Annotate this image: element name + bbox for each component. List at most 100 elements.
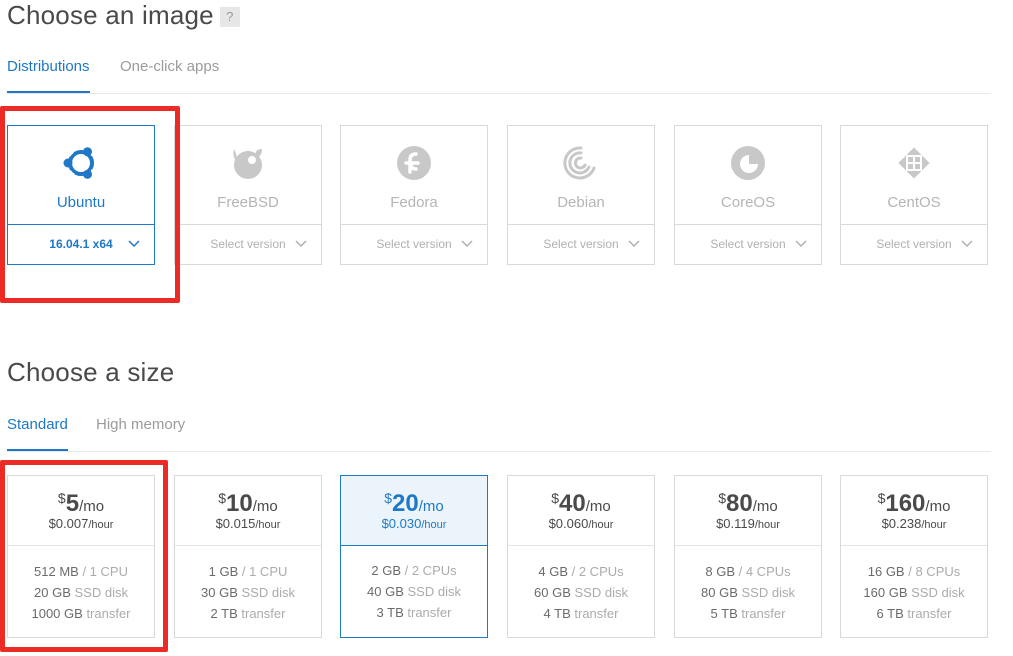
tab-distributions[interactable]: Distributions bbox=[7, 57, 90, 93]
distro-card-coreos[interactable]: CoreOS Select version bbox=[674, 125, 822, 265]
disk-value: 30 GB bbox=[201, 585, 238, 600]
size-card-40[interactable]: $40/mo $0.060/hour 4 GB / 2 CPUs 60 GB S… bbox=[507, 475, 655, 638]
monthly-price: 160 bbox=[885, 490, 926, 517]
dollar-sign: $ bbox=[718, 490, 727, 506]
help-icon[interactable]: ? bbox=[219, 7, 240, 28]
per-hour-label: /hour bbox=[921, 519, 947, 531]
disk-label: SSD disk bbox=[911, 585, 965, 600]
monthly-price: 40 bbox=[559, 490, 586, 517]
price-block: $10/mo $0.015/hour bbox=[175, 476, 321, 545]
chevron-down-icon bbox=[628, 225, 640, 278]
chevron-down-icon bbox=[461, 225, 473, 278]
dollar-sign: $ bbox=[551, 490, 560, 506]
transfer-value: 3 TB bbox=[376, 605, 404, 620]
size-card-20[interactable]: $20/mo $0.030/hour 2 GB / 2 CPUs 40 GB S… bbox=[340, 475, 488, 638]
distro-card-fedora[interactable]: Fedora Select version bbox=[340, 125, 488, 265]
transfer-value: 5 TB bbox=[710, 606, 738, 621]
specs-block: 8 GB / 4 CPUs 80 GB SSD disk 5 TB transf… bbox=[675, 545, 821, 637]
version-select-centos[interactable]: Select version bbox=[841, 224, 987, 265]
fedora-icon bbox=[341, 143, 487, 181]
version-value-freebsd: Select version bbox=[210, 237, 286, 251]
disk-value: 80 GB bbox=[701, 585, 738, 600]
cpu-value: / 1 CPU bbox=[241, 564, 288, 579]
price-block: $20/mo $0.030/hour bbox=[341, 476, 487, 546]
price-block: $40/mo $0.060/hour bbox=[508, 476, 654, 545]
ram-value: 1 GB bbox=[208, 564, 239, 579]
per-hour-label: /hour bbox=[255, 519, 281, 531]
transfer-value: 2 TB bbox=[210, 606, 238, 621]
ram-value: 4 GB bbox=[538, 564, 568, 579]
image-section-heading: Choose an image bbox=[7, 0, 214, 30]
distro-name-centos: CentOS bbox=[887, 194, 941, 211]
version-select-freebsd[interactable]: Select version bbox=[175, 224, 321, 265]
per-month-label: /mo bbox=[418, 498, 444, 515]
ram-value: 8 GB bbox=[705, 564, 735, 579]
hourly-price: $0.015 bbox=[215, 516, 256, 531]
per-hour-label: /hour bbox=[588, 519, 614, 531]
tab-one-click-apps[interactable]: One-click apps bbox=[120, 57, 219, 91]
per-month-label: /mo bbox=[252, 498, 278, 515]
hourly-price: $0.060 bbox=[548, 516, 589, 531]
cpu-value: / 2 CPUs bbox=[404, 563, 457, 578]
size-tabs: Standard High memory bbox=[7, 415, 991, 452]
disk-label: SSD disk bbox=[407, 584, 461, 599]
transfer-label: transfer bbox=[741, 606, 786, 621]
coreos-icon bbox=[675, 143, 821, 181]
hourly-price: $0.238 bbox=[881, 516, 922, 531]
disk-label: SSD disk bbox=[241, 585, 295, 600]
dollar-sign: $ bbox=[218, 490, 227, 506]
monthly-price: 20 bbox=[392, 490, 419, 517]
size-card-80[interactable]: $80/mo $0.119/hour 8 GB / 4 CPUs 80 GB S… bbox=[674, 475, 822, 638]
tab-high-memory[interactable]: High memory bbox=[96, 415, 185, 449]
transfer-label: transfer bbox=[407, 605, 452, 620]
version-select-fedora[interactable]: Select version bbox=[341, 224, 487, 265]
disk-value: 60 GB bbox=[534, 585, 571, 600]
cpu-value: / 2 CPUs bbox=[571, 564, 624, 579]
dollar-sign: $ bbox=[384, 490, 393, 506]
monthly-price: 80 bbox=[726, 490, 753, 517]
disk-label: SSD disk bbox=[741, 585, 795, 600]
price-block: $80/mo $0.119/hour bbox=[675, 476, 821, 545]
chevron-down-icon bbox=[961, 225, 973, 278]
disk-value: 160 GB bbox=[863, 585, 908, 600]
tab-standard[interactable]: Standard bbox=[7, 415, 68, 451]
distro-card-freebsd[interactable]: FreeBSD Select version bbox=[174, 125, 322, 265]
chevron-down-icon bbox=[795, 225, 807, 278]
specs-block: 1 GB / 1 CPU 30 GB SSD disk 2 TB transfe… bbox=[175, 545, 321, 637]
specs-block: 16 GB / 8 CPUs 160 GB SSD disk 6 TB tran… bbox=[841, 545, 987, 637]
transfer-value: 6 TB bbox=[876, 606, 904, 621]
price-block: $160/mo $0.238/hour bbox=[841, 476, 987, 545]
version-select-coreos[interactable]: Select version bbox=[675, 224, 821, 265]
per-hour-label: /hour bbox=[421, 519, 447, 531]
chevron-down-icon bbox=[295, 225, 307, 278]
hourly-price: $0.119 bbox=[716, 516, 755, 531]
hourly-price: $0.030 bbox=[381, 516, 422, 531]
image-tabs: Distributions One-click apps bbox=[7, 57, 991, 94]
specs-block: 4 GB / 2 CPUs 60 GB SSD disk 4 TB transf… bbox=[508, 545, 654, 637]
transfer-value: 4 TB bbox=[543, 606, 571, 621]
distro-card-debian[interactable]: Debian Select version bbox=[507, 125, 655, 265]
size-card-10[interactable]: $10/mo $0.015/hour 1 GB / 1 CPU 30 GB SS… bbox=[174, 475, 322, 638]
ram-value: 2 GB bbox=[371, 563, 401, 578]
distro-name-debian: Debian bbox=[557, 194, 605, 211]
size-card-160[interactable]: $160/mo $0.238/hour 16 GB / 8 CPUs 160 G… bbox=[840, 475, 988, 638]
transfer-label: transfer bbox=[574, 606, 619, 621]
version-select-debian[interactable]: Select version bbox=[508, 224, 654, 265]
version-value-coreos: Select version bbox=[710, 237, 786, 251]
transfer-label: transfer bbox=[241, 606, 286, 621]
cpu-value: / 4 CPUs bbox=[738, 564, 791, 579]
per-month-label: /mo bbox=[585, 498, 611, 515]
freebsd-icon bbox=[175, 143, 321, 181]
monthly-price: 10 bbox=[226, 490, 253, 517]
distro-name-fedora: Fedora bbox=[390, 194, 438, 211]
version-value-fedora: Select version bbox=[376, 237, 452, 251]
distro-name-freebsd: FreeBSD bbox=[217, 194, 279, 211]
distro-name-coreos: CoreOS bbox=[720, 194, 776, 211]
disk-label: SSD disk bbox=[574, 585, 628, 600]
size-section-title: Choose a size bbox=[7, 357, 175, 387]
distro-card-centos[interactable]: CentOS Select version bbox=[840, 125, 988, 265]
per-hour-label: /hour bbox=[754, 519, 780, 531]
image-section-title: Choose an image? bbox=[7, 0, 240, 31]
per-month-label: /mo bbox=[752, 498, 778, 515]
highlight-box-size bbox=[0, 460, 168, 652]
